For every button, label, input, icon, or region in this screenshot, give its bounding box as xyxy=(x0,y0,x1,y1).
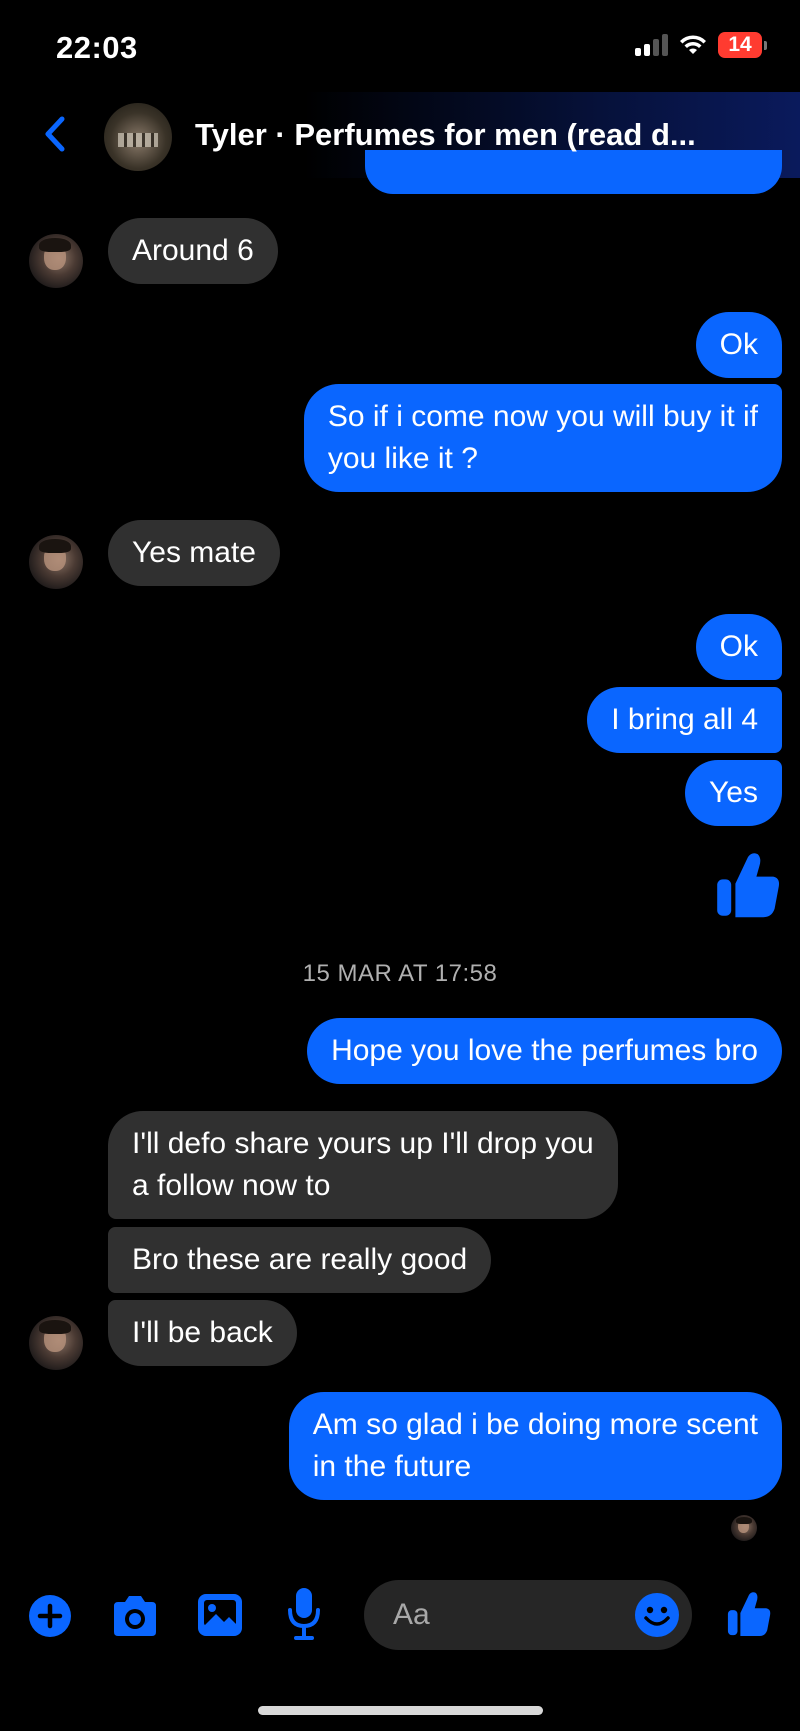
camera-button[interactable] xyxy=(110,1594,160,1638)
outgoing-message[interactable]: Ok xyxy=(695,614,782,680)
wifi-icon xyxy=(680,35,706,54)
message-input-placeholder: Aa xyxy=(393,1598,430,1631)
message-text: I'll defo share yours up I'll drop you xyxy=(132,1127,594,1160)
outgoing-message[interactable]: Yes xyxy=(685,760,782,826)
message-text: Hope you love the perfumes bro xyxy=(331,1034,758,1067)
message-text: Am so glad i be doing more scent xyxy=(312,1408,758,1441)
gallery-button[interactable] xyxy=(196,1592,244,1638)
message-text: a follow now to xyxy=(132,1169,331,1202)
message-text: you like it ? xyxy=(327,442,478,475)
status-time: 22:03 xyxy=(56,30,138,65)
plus-circle-icon xyxy=(29,1595,71,1637)
send-like-thumbs-up-icon[interactable] xyxy=(726,1589,772,1639)
sender-avatar[interactable] xyxy=(29,535,83,589)
message-text: Ok xyxy=(719,328,758,361)
seen-receipt-avatar xyxy=(731,1515,757,1541)
cellular-signal-icon xyxy=(635,34,668,56)
group-avatar[interactable] xyxy=(104,103,172,171)
message-text: Yes mate xyxy=(132,536,256,569)
voice-button[interactable] xyxy=(286,1586,322,1642)
status-indicators: 14 xyxy=(635,32,767,58)
chat-title[interactable]: Tyler · Perfumes for men (read d... xyxy=(195,117,696,153)
message-text: I bring all 4 xyxy=(611,703,758,736)
thumbs-up-icon[interactable] xyxy=(714,850,782,920)
sender-avatar[interactable] xyxy=(29,234,83,288)
previous-message-bubble xyxy=(365,150,782,194)
message-input[interactable]: Aa xyxy=(364,1580,692,1650)
incoming-message[interactable]: Bro these are really good xyxy=(108,1227,492,1293)
emoji-icon[interactable] xyxy=(634,1592,680,1638)
incoming-message[interactable]: I'll be back xyxy=(108,1300,297,1366)
message-text: Around 6 xyxy=(132,234,254,267)
message-text: Bro these are really good xyxy=(132,1243,468,1276)
chevron-left-icon xyxy=(45,116,65,152)
message-text: Yes xyxy=(709,776,758,809)
outgoing-message[interactable]: So if i come now you will buy it if you … xyxy=(303,384,782,492)
camera-icon xyxy=(114,1596,156,1636)
incoming-message[interactable]: I'll defo share yours up I'll drop you a… xyxy=(108,1111,618,1219)
image-icon xyxy=(198,1594,242,1636)
battery-icon: 14 xyxy=(718,32,767,58)
battery-level: 14 xyxy=(718,32,762,58)
timestamp-divider: 15 MAR AT 17:58 xyxy=(302,960,498,987)
message-text: So if i come now you will buy it if xyxy=(327,400,758,433)
outgoing-message[interactable]: Hope you love the perfumes bro xyxy=(307,1018,782,1084)
home-indicator[interactable] xyxy=(258,1706,543,1715)
outgoing-message[interactable]: Am so glad i be doing more scent in the … xyxy=(288,1392,782,1500)
incoming-message[interactable]: Around 6 xyxy=(108,218,278,284)
microphone-icon xyxy=(288,1588,320,1640)
add-button[interactable] xyxy=(28,1594,72,1638)
back-button[interactable] xyxy=(38,112,72,156)
outgoing-message[interactable]: I bring all 4 xyxy=(587,687,782,753)
message-text: I'll be back xyxy=(132,1316,273,1349)
sender-avatar[interactable] xyxy=(29,1316,83,1370)
message-text: in the future xyxy=(312,1450,472,1483)
outgoing-message[interactable]: Ok xyxy=(695,312,782,378)
message-text: Ok xyxy=(719,630,758,663)
incoming-message[interactable]: Yes mate xyxy=(108,520,280,586)
